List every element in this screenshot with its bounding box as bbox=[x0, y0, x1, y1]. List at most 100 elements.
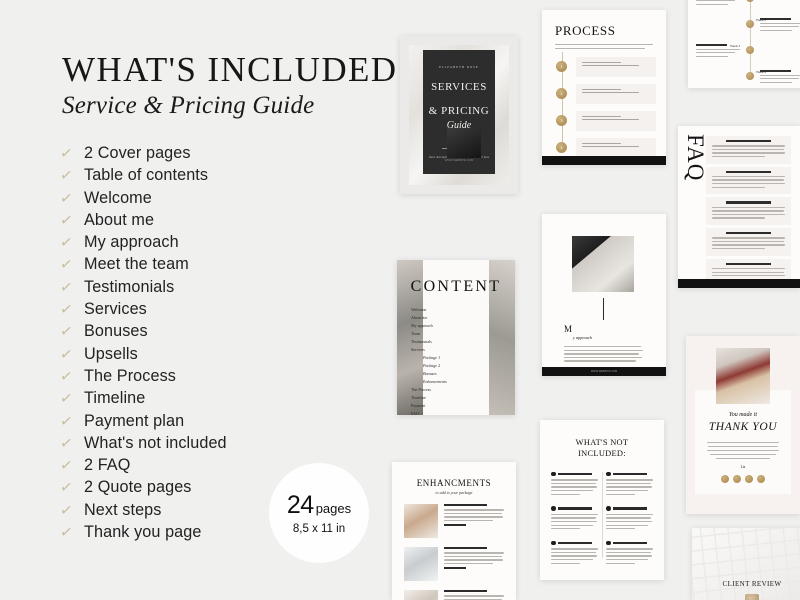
enhancements-subtitle: to add to your package bbox=[435, 490, 473, 495]
enhancement-photo bbox=[404, 547, 438, 581]
mockup-thank-you-page: You made it THANK YOU Liz bbox=[686, 336, 800, 514]
content-entry: My approach bbox=[411, 322, 433, 328]
mockup-client-review-page: CLIENT REVIEW bbox=[692, 528, 800, 600]
mockup-faq-page: FAQ bbox=[678, 126, 800, 288]
checklist-item-label: 2 Quote pages bbox=[84, 478, 192, 497]
not-included-item-head bbox=[551, 540, 598, 546]
content-entry: FAQ bbox=[411, 410, 419, 415]
not-included-item bbox=[551, 471, 598, 497]
badge-page-count: 24 bbox=[286, 491, 314, 519]
poster-canvas: WHAT'S INCLUDED Service & Pricing Guide … bbox=[0, 0, 800, 600]
checklist-item-label: Payment plan bbox=[84, 411, 185, 430]
checklist-item: ✓ Payment plan bbox=[59, 411, 360, 434]
not-included-title-line1: WHAT'S NOT bbox=[575, 438, 629, 447]
thankyou-social-icons bbox=[695, 475, 791, 484]
faq-question bbox=[725, 232, 772, 235]
cover-title-line1: SERVICES bbox=[431, 81, 487, 93]
checklist-item: ✓ Services bbox=[59, 300, 360, 322]
checklist-item-label: Welcome bbox=[84, 188, 152, 207]
content-entry: Testimonials bbox=[411, 338, 432, 344]
enhancement-price bbox=[444, 567, 466, 570]
thankyou-title: THANK YOU bbox=[708, 421, 778, 433]
left-info-panel: WHAT'S INCLUDED Service & Pricing Guide … bbox=[0, 0, 396, 600]
timeline-node bbox=[746, 20, 754, 28]
content-body: CONTENT Welcome About me My approach Team Te… bbox=[397, 260, 515, 415]
process-step-number: 4 bbox=[556, 142, 567, 153]
cover-dark-panel: ELIZABETH ROSE SERVICES & PRICING Guide … bbox=[423, 50, 495, 174]
enhancement-title bbox=[444, 504, 488, 507]
content-title: CONTENT bbox=[410, 278, 502, 295]
pages-badge: 24 pages 8,5 x 11 in bbox=[269, 463, 369, 563]
not-included-item bbox=[606, 540, 653, 566]
thankyou-signature: Liz bbox=[740, 465, 746, 470]
thankyou-script: You made it bbox=[728, 412, 758, 418]
check-icon: ✓ bbox=[58, 433, 74, 453]
faq-question bbox=[725, 201, 772, 204]
timeline-text-block bbox=[760, 70, 800, 85]
checklist-item: ✓ Meet the team bbox=[58, 254, 360, 277]
not-included-item bbox=[606, 506, 653, 531]
not-included-item bbox=[551, 540, 598, 566]
checklist-item-label: Services bbox=[84, 300, 147, 319]
content-entry: Services bbox=[411, 346, 425, 352]
mockup-my-approach-page: M y approach WWW.WEBSITE.COM bbox=[542, 214, 666, 376]
checklist-item-label: 2 FAQ bbox=[84, 456, 131, 475]
checklist-item-label: Next steps bbox=[84, 500, 162, 519]
content-entry: Package 1 bbox=[423, 354, 441, 360]
process-step-card bbox=[576, 83, 656, 104]
checklist-item: ✓ The Process bbox=[59, 366, 360, 389]
check-icon: ✓ bbox=[58, 232, 74, 253]
checklist-item-label: 2 Cover pages bbox=[84, 144, 191, 162]
content-entry: Timeline bbox=[411, 394, 426, 400]
badge-page-size: 8,5 x 11 in bbox=[292, 523, 346, 535]
checklist-item-label: The Process bbox=[84, 366, 176, 385]
checklist-item: ✓ Timeline bbox=[59, 389, 360, 411]
not-included-item-title bbox=[613, 541, 648, 544]
check-icon: ✓ bbox=[58, 344, 74, 364]
faq-item bbox=[706, 136, 791, 164]
check-icon: ✓ bbox=[58, 321, 74, 342]
process-step-card bbox=[576, 110, 656, 131]
pinterest-icon[interactable] bbox=[745, 475, 753, 484]
check-icon: ✓ bbox=[58, 455, 74, 476]
enhancement-photo bbox=[404, 590, 438, 600]
process-step-number: 1 bbox=[556, 61, 567, 72]
bullet-icon bbox=[606, 471, 611, 477]
content-entry: About me bbox=[411, 314, 428, 320]
thankyou-body: You made it THANK YOU Liz bbox=[695, 390, 791, 484]
checklist-item-label: Table of contents bbox=[84, 166, 209, 185]
not-included-item-title bbox=[558, 541, 593, 544]
cover-photo-object bbox=[447, 128, 481, 158]
checklist-item: ✓ About me bbox=[59, 210, 360, 233]
faq-vertical-title: FAQ bbox=[683, 134, 708, 182]
mockup-timeline-page: Week 1 Week 2 Week 3 Week 4 bbox=[688, 0, 800, 88]
enhancement-item bbox=[404, 504, 504, 538]
facebook-icon[interactable] bbox=[733, 475, 741, 484]
checklist-item: ✓ Upsells bbox=[58, 344, 360, 367]
checklist-item: ✓ Bonuses bbox=[58, 321, 360, 344]
page-title: WHAT'S INCLUDED Service & Pricing Guide bbox=[62, 52, 396, 120]
enhancement-body bbox=[444, 547, 504, 581]
bullet-icon bbox=[551, 506, 556, 511]
enhancement-item bbox=[404, 590, 504, 600]
not-included-item-head bbox=[551, 506, 598, 511]
faq-item bbox=[706, 228, 791, 256]
timeline-node bbox=[746, 0, 754, 2]
checklist-item-label: Meet the team bbox=[84, 255, 189, 274]
check-icon: ✓ bbox=[58, 254, 74, 275]
client-review-photo bbox=[745, 594, 759, 600]
checklist-item: ✓ My approach bbox=[58, 232, 360, 255]
process-step: 1 bbox=[556, 56, 656, 77]
check-icon: ✓ bbox=[58, 143, 74, 163]
mockup-process-page: PROCESS 12345 bbox=[542, 10, 666, 165]
content-entry: Package 2 bbox=[423, 362, 441, 368]
not-included-item-head bbox=[606, 471, 653, 477]
process-title: PROCESS bbox=[555, 23, 616, 38]
cover-url: WWW.WEBSITE.COM bbox=[444, 158, 474, 162]
email-icon[interactable] bbox=[757, 475, 765, 484]
approach-laptop-photo bbox=[572, 236, 634, 292]
not-included-item-title bbox=[613, 507, 648, 510]
checklist-item-label: Timeline bbox=[84, 389, 146, 408]
instagram-icon[interactable] bbox=[721, 475, 729, 484]
badge-page-unit: pages bbox=[315, 501, 352, 516]
